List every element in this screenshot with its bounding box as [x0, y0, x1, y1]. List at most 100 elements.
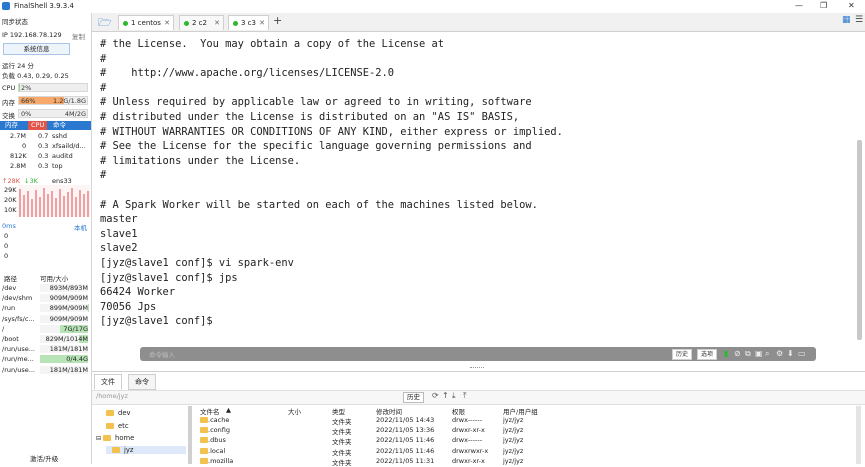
tab-files[interactable]: 文件 [94, 374, 122, 390]
search-icon[interactable]: ⌕ [765, 349, 769, 359]
file-mtime: 2022/11/05 14:43 [376, 416, 434, 424]
split-handle[interactable] [470, 367, 484, 370]
terminal-scrollbar[interactable] [857, 140, 862, 340]
pause-icon[interactable]: ⊘ [734, 349, 741, 358]
col-size[interactable]: 大小 [288, 406, 301, 416]
mem-bar: 66% 1.2G/1.8G [18, 96, 88, 105]
history-button[interactable]: 历史 [672, 349, 692, 360]
disk-row[interactable]: /7G/17G [0, 325, 91, 334]
tab-1-centos[interactable]: 1 centos✕ [118, 15, 174, 30]
col-type[interactable]: 类型 [332, 406, 345, 416]
mem-value: 1.2G/1.8G [53, 97, 86, 105]
sysinfo-button[interactable]: 系统信息 [3, 43, 70, 55]
disk-header-size: 可用/大小 [40, 273, 68, 283]
disk-row[interactable]: /dev/shm909M/909M [0, 294, 91, 303]
command-input[interactable]: 命令输入 [149, 349, 175, 359]
close-icon[interactable]: ✕ [214, 16, 220, 31]
file-row[interactable]: .dbus文件夹2022/11/05 11:46drwx------jyz/jy… [196, 436, 856, 445]
file-row[interactable]: .local文件夹2022/11/05 11:46drwxrwxr-xjyz/j… [196, 447, 856, 456]
proc-tab-mem[interactable]: 内存 [2, 121, 21, 130]
disk-row[interactable]: /run/me...0/4.4G [0, 355, 91, 364]
window-icon[interactable]: ▭ [798, 349, 806, 358]
sort-asc-icon[interactable]: ▲ [226, 406, 231, 414]
status-dot-icon [123, 21, 128, 26]
file-perm: drwxrwxr-x [452, 447, 488, 455]
app-logo-icon [2, 2, 10, 10]
close-icon[interactable]: ✕ [848, 1, 855, 10]
disk-row[interactable]: /dev893M/893M [0, 284, 91, 293]
refresh-icon[interactable]: ⟳ [432, 391, 439, 400]
activate-link[interactable]: 激活/升级 [30, 453, 58, 463]
maximize-icon[interactable]: ❐ [820, 1, 827, 10]
process-row[interactable]: 812K0.3auditd [0, 152, 91, 161]
file-row[interactable]: .config文件夹2022/11/05 13:36drwxr-xr-xjyz/… [196, 426, 856, 435]
proc-tab-cpu[interactable]: CPU [28, 121, 47, 130]
copy-link[interactable]: 复制 [72, 31, 85, 41]
terminal-output: # the License. You may obtain a copy of … [100, 37, 563, 329]
terminal-line: 70056 Jps [100, 300, 563, 315]
grid-icon[interactable]: ▦ [842, 15, 851, 25]
terminal-line: # [100, 52, 563, 67]
tab-3-c3[interactable]: 3 c3✕ [228, 15, 269, 30]
uptime: 运行 24 分 [2, 60, 34, 70]
terminal[interactable]: # the License. You may obtain a copy of … [92, 32, 865, 370]
latency-target[interactable]: 本机 [74, 222, 87, 232]
disk-row[interactable]: /boot829M/1014M [0, 335, 91, 344]
minimize-icon[interactable]: — [795, 1, 803, 10]
upload-icon[interactable]: ⤒ [463, 391, 467, 401]
tree-item[interactable]: ⊟home [96, 434, 134, 442]
file-mtime: 2022/11/05 13:36 [376, 426, 434, 434]
terminal-line: [jyz@slave1 conf]$ jps [100, 271, 563, 286]
net-iface[interactable]: ens33 [52, 177, 72, 185]
path-input[interactable]: /home/jyz [96, 392, 128, 400]
paste-icon[interactable]: ▣ [755, 349, 763, 358]
options-button[interactable]: 选项 [697, 349, 717, 360]
tree-item[interactable]: jyz [106, 446, 186, 454]
col-owner[interactable]: 用户/用户组 [503, 406, 538, 416]
disk-path: /run [2, 304, 15, 312]
file-row[interactable]: .mozilla文件夹2022/11/05 11:31drwxr-xr-xjyz… [196, 457, 856, 466]
system-monitor-panel: 同步状态 IP 192.168.78.129 复制 系统信息 运行 24 分 负… [0, 13, 92, 464]
terminal-line: slave2 [100, 241, 563, 256]
copy-icon[interactable]: ⧉ [745, 349, 751, 359]
proc-tab-cmd[interactable]: 命令 [50, 121, 69, 130]
command-input-bar[interactable]: 命令输入 历史 选项 ▮ ⊘ ⧉ ▣ ⌕ ⚙ ⬇ ▭ [140, 347, 816, 361]
title-bar: FinalShell 3.9.3.4 — ❐ ✕ [0, 0, 865, 13]
swap-bar: 0% 4M/2G [18, 109, 88, 118]
file-scrollbar[interactable] [856, 406, 861, 464]
disk-row[interactable]: /sys/fs/c...909M/909M [0, 315, 91, 324]
disk-row[interactable]: /run/use...181M/181M [0, 345, 91, 354]
download-icon[interactable]: ⤓ [452, 391, 456, 401]
swap-percent: 0% [21, 110, 31, 118]
disk-row[interactable]: /run899M/909M [0, 304, 91, 313]
col-perm[interactable]: 权限 [452, 406, 465, 416]
history-button[interactable]: 历史 [403, 392, 424, 403]
download-icon[interactable]: ⬇ [787, 349, 794, 358]
tree-item[interactable]: dev [106, 409, 131, 417]
tab-2-c2[interactable]: 2 c2✕ [179, 15, 224, 30]
terminal-line: # the License. You may obtain a copy of … [100, 37, 563, 52]
process-row[interactable]: 2.8M0.3top [0, 162, 91, 171]
process-row[interactable]: 2.7M0.7sshd [0, 132, 91, 141]
sync-status: 同步状态 [2, 16, 28, 26]
mem-label: 内存 [2, 97, 15, 107]
file-row[interactable]: .cache文件夹2022/11/05 14:43drwx------jyz/j… [196, 416, 856, 425]
col-mtime[interactable]: 修改时间 [376, 406, 402, 416]
file-perm: drwx------ [452, 416, 482, 424]
folder-open-icon[interactable]: 🗁 [98, 14, 112, 33]
folder-icon [200, 458, 208, 464]
close-icon[interactable]: ✕ [259, 16, 265, 31]
terminal-line: # WITHOUT WARRANTIES OR CONDITIONS OF AN… [100, 125, 563, 140]
gear-icon[interactable]: ⚙ [776, 349, 783, 358]
up-icon[interactable]: ↑ [442, 391, 449, 400]
tree-scrollbar[interactable] [188, 406, 192, 464]
tree-item[interactable]: etc [106, 422, 129, 430]
process-row[interactable]: 00.3xfsaild/d... [0, 142, 91, 151]
cpu-bar: 2% [18, 83, 88, 92]
add-tab-button[interactable]: + [273, 14, 282, 27]
menu-icon[interactable]: ☰ [855, 15, 863, 25]
disk-row[interactable]: /run/use...181M/181M [0, 366, 91, 375]
tab-commands[interactable]: 命令 [128, 374, 156, 390]
col-name[interactable]: 文件名 [200, 406, 220, 416]
close-icon[interactable]: ✕ [164, 16, 170, 31]
